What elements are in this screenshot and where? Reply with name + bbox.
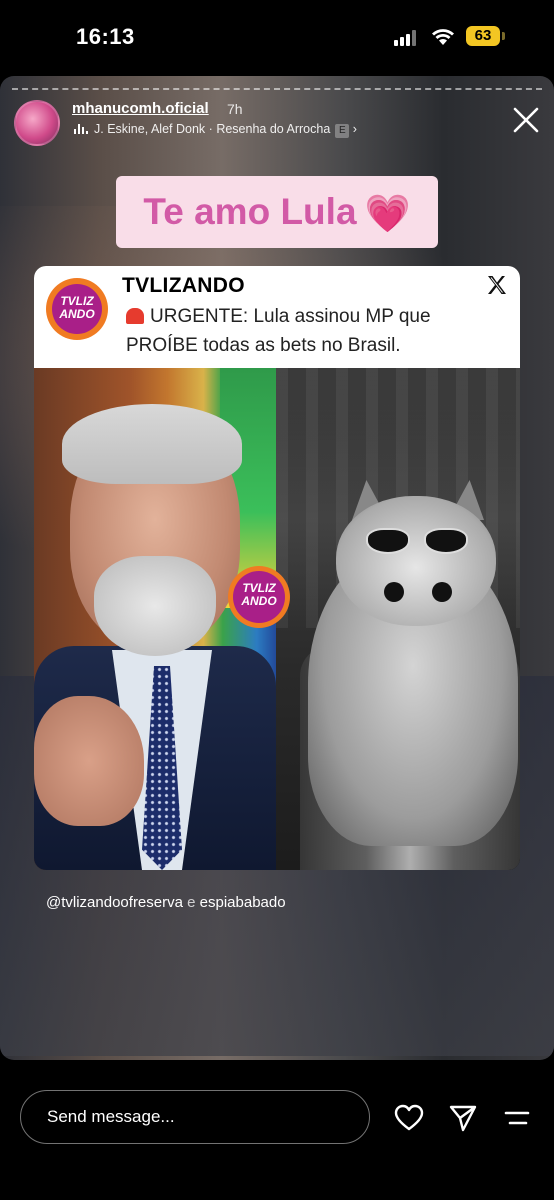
music-separator: ·	[208, 122, 213, 136]
post-header: TVLIZ ANDO TVLIZANDO URGENTE: Lula assin…	[34, 266, 520, 368]
explicit-badge: E	[335, 124, 350, 138]
chevron-right-icon: ›	[352, 122, 357, 136]
logo-text: TVLIZ ANDO	[52, 284, 102, 334]
menu-icon[interactable]	[502, 1104, 532, 1132]
battery-tip	[502, 32, 505, 40]
music-artists: J. Eskine, Alef Donk	[94, 122, 206, 136]
text-sticker: Te amo Lula 💗	[116, 176, 438, 248]
tiger-head	[336, 496, 496, 626]
send-message-input[interactable]: Send message...	[20, 1090, 370, 1144]
wifi-icon	[432, 29, 454, 45]
music-bars-icon	[74, 124, 88, 134]
story-posted-time: 7h	[227, 101, 243, 117]
status-bar: 16:13 63	[0, 0, 554, 72]
mention-joiner: e	[187, 894, 196, 911]
sticker-text: Te amo Lula	[143, 191, 357, 232]
tiger-eye-left	[384, 582, 404, 602]
center-logo-text: TVLIZ ANDO	[233, 571, 285, 623]
hand-shape	[34, 696, 144, 826]
story-viewer[interactable]: mhanucomh.oficial 7h J. Eskine, Alef Don…	[0, 76, 554, 1060]
center-watermark-logo: TVLIZ ANDO	[228, 566, 290, 628]
post-text: URGENTE: Lula assinou MP que PROÍBE toda…	[126, 306, 431, 356]
tiger-eye-right	[432, 582, 452, 602]
sunglasses-icon	[366, 528, 470, 554]
heart-icon[interactable]	[394, 1104, 424, 1132]
pink-heart-icon: 💗	[364, 193, 411, 235]
avatar[interactable]	[14, 100, 60, 146]
account-logo: TVLIZ ANDO	[46, 278, 108, 340]
story-username[interactable]: mhanucomh.oficial	[72, 100, 209, 117]
music-track: Resenha do Arrocha	[216, 122, 331, 136]
hair-shape	[62, 404, 242, 484]
mention-1[interactable]: @tvlizandoofreserva	[46, 894, 183, 911]
battery-indicator: 63	[466, 26, 500, 46]
post-text-block: URGENTE: Lula assinou MP que PROÍBE toda…	[126, 302, 506, 360]
x-logo-icon	[488, 276, 506, 294]
story-mentions[interactable]: @tvlizandoofreserva e espiababado	[46, 894, 286, 911]
siren-icon	[126, 308, 144, 324]
mention-2[interactable]: espiababado	[200, 894, 286, 911]
post-account-name: TVLIZANDO	[122, 274, 245, 297]
story-progress-bar	[12, 88, 542, 90]
close-icon[interactable]	[512, 106, 540, 134]
story-reply-bar: Send message...	[0, 1060, 554, 1200]
share-send-icon[interactable]	[448, 1104, 478, 1132]
shared-post-card[interactable]: TVLIZ ANDO TVLIZANDO URGENTE: Lula assin…	[34, 266, 520, 870]
status-time: 16:13	[76, 24, 135, 49]
cellular-signal-icon	[394, 30, 420, 46]
beard-shape	[94, 556, 216, 656]
story-music-attribution[interactable]: J. Eskine, Alef Donk · Resenha do Arroch…	[74, 122, 357, 138]
